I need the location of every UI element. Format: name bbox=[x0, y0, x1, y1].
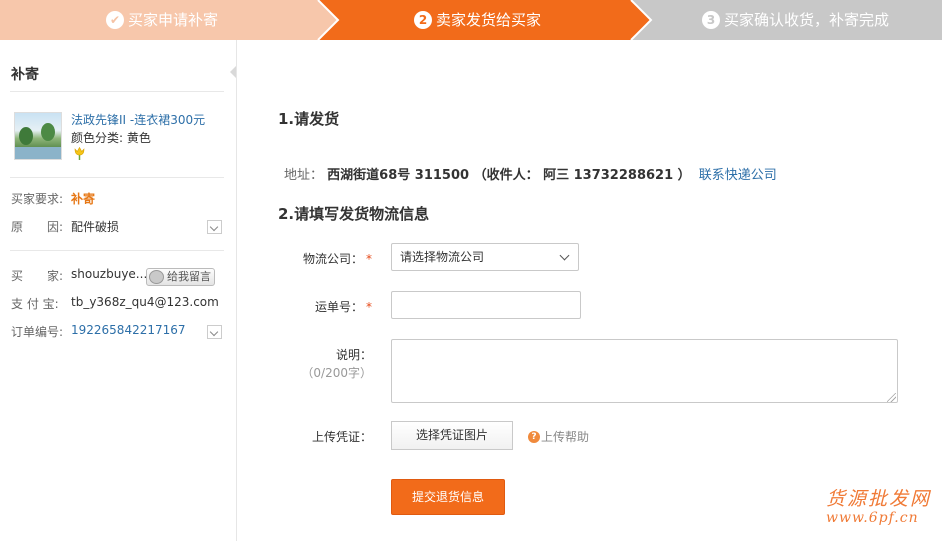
upload-label: 上传凭证： bbox=[311, 430, 372, 444]
required-mark: * bbox=[366, 300, 372, 314]
section-logistics-title: 2.请填写发货物流信息 bbox=[278, 205, 430, 223]
address-label: 地址： bbox=[284, 168, 324, 183]
address-value: 西湖街道68号 311500 （收件人： 阿三 13732288621 ） bbox=[327, 168, 691, 183]
description-label: 说明： bbox=[335, 348, 372, 362]
order-label: 订单编号: bbox=[11, 325, 64, 339]
request-value: 补寄 bbox=[71, 192, 96, 206]
order-sidebar: 补寄 法政先锋II -连衣裙300元 颜色分类: 黄色 买家要求: 补寄 原 因… bbox=[0, 40, 237, 541]
step-1-label: 买家申请补寄 bbox=[128, 11, 219, 29]
logistics-label: 物流公司： * bbox=[278, 250, 372, 267]
tree-shape bbox=[19, 127, 33, 145]
step-3-number: 3 bbox=[702, 11, 720, 29]
logistics-company-select[interactable]: 请选择物流公司 bbox=[391, 243, 579, 271]
divider bbox=[10, 250, 224, 251]
step-3-label: 买家确认收货，补寄完成 bbox=[724, 11, 890, 29]
select-proof-image-button[interactable]: 选择凭证图片 bbox=[391, 421, 513, 450]
request-label: 买家要求: bbox=[11, 192, 64, 206]
waybill-label: 运单号： * bbox=[278, 298, 372, 315]
section-ship-title: 1.请发货 bbox=[278, 110, 340, 128]
divider bbox=[10, 91, 224, 92]
chevron-down-icon bbox=[559, 250, 570, 261]
resize-handle[interactable] bbox=[887, 393, 896, 402]
shipping-address: 地址： 西湖街道68号 311500 （收件人： 阿三 13732288621 … bbox=[284, 164, 777, 183]
reason-value: 配件破损 bbox=[71, 220, 120, 234]
waybill-number-input[interactable] bbox=[391, 291, 581, 319]
step-2-number: 2 bbox=[414, 11, 432, 29]
water-shape bbox=[15, 147, 61, 159]
message-button[interactable]: 给我留言 bbox=[146, 268, 215, 286]
reason-expand-toggle[interactable] bbox=[207, 220, 222, 234]
buyer-value: shouzbuye... bbox=[71, 267, 148, 281]
progress-steps: ✔ 买家申请补寄 2 卖家发货给买家 3 买家确认收货，补寄完成 bbox=[0, 0, 942, 40]
sidebar-title: 补寄 bbox=[11, 67, 39, 83]
product-name-link[interactable]: 法政先锋II -连衣裙300元 bbox=[71, 111, 205, 128]
reason-label: 原 因: bbox=[11, 220, 64, 234]
required-mark: * bbox=[366, 252, 372, 266]
product-spec: 颜色分类: 黄色 bbox=[71, 131, 151, 145]
tulip-icon bbox=[74, 146, 85, 160]
upload-help-link[interactable]: ? 上传帮助 bbox=[528, 428, 589, 445]
description-textarea[interactable] bbox=[391, 339, 898, 403]
buyer-label: 买 家: bbox=[11, 269, 64, 283]
question-icon: ? bbox=[528, 430, 540, 443]
message-button-label: 给我留言 bbox=[167, 270, 211, 283]
submit-return-info-button[interactable]: 提交退货信息 bbox=[391, 479, 505, 515]
step-3: 3 买家确认收货，补寄完成 bbox=[702, 0, 889, 40]
divider bbox=[10, 177, 224, 178]
product-thumbnail[interactable] bbox=[14, 112, 62, 160]
tree-shape bbox=[41, 123, 55, 141]
step-1: ✔ 买家申请补寄 bbox=[106, 0, 218, 40]
sidebar-arrow-icon bbox=[230, 66, 236, 78]
alipay-value: tb_y368z_qu4@123.com bbox=[71, 295, 219, 309]
watermark-text: 货源批发网 bbox=[826, 488, 932, 510]
upload-help-label: 上传帮助 bbox=[541, 430, 590, 444]
description-counter: （0/200字） bbox=[301, 366, 372, 380]
waybill-label-text: 运单号： bbox=[314, 300, 363, 314]
wangwang-icon bbox=[149, 270, 164, 284]
order-number-link[interactable]: 192265842217167 bbox=[71, 323, 186, 337]
logistics-label-text: 物流公司： bbox=[302, 252, 363, 266]
alipay-label: 支 付 宝: bbox=[11, 297, 59, 311]
step-2-label: 卖家发货给买家 bbox=[436, 11, 542, 29]
contact-courier-link[interactable]: 联系快递公司 bbox=[699, 168, 777, 183]
shipping-form-panel: 1.请发货 地址： 西湖街道68号 311500 （收件人： 阿三 137322… bbox=[238, 40, 942, 541]
watermark-url: www.6pf.cn bbox=[826, 510, 919, 526]
order-expand-toggle[interactable] bbox=[207, 325, 222, 339]
check-icon: ✔ bbox=[106, 11, 124, 29]
step-2: 2 卖家发货给买家 bbox=[414, 0, 541, 40]
logistics-select-value: 请选择物流公司 bbox=[400, 250, 485, 264]
